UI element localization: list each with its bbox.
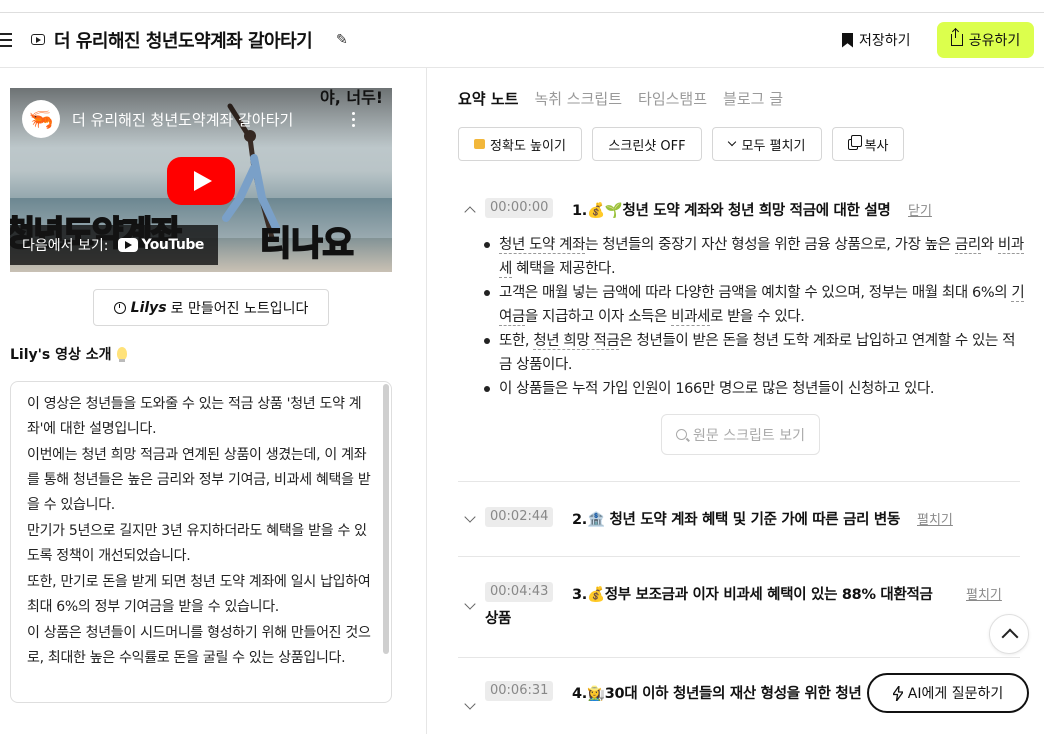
improve-accuracy-button[interactable]: 정확도 높이기 bbox=[458, 127, 582, 161]
copy-label: 복사 bbox=[864, 138, 889, 154]
copy-button[interactable]: 복사 bbox=[832, 127, 904, 161]
bullet-text: 와 bbox=[980, 237, 998, 253]
section-1-timestamp[interactable]: 00:00:00 bbox=[485, 198, 554, 218]
list-item: 청년 도약 계좌는 청년들의 중장기 자산 형성을 위한 금융 상품으로, 가장… bbox=[480, 233, 1025, 281]
intro-paragraph: 이 상품은 청년들이 시드머니를 형성하기 위해 만들어진 것으로, 최대한 높… bbox=[27, 625, 371, 666]
share-icon bbox=[950, 29, 963, 46]
clock-icon bbox=[113, 301, 126, 314]
intro-text-box[interactable]: 이 영상은 청년들을 도와줄 수 있는 적금 상품 '청년 도약 계좌'에 대한… bbox=[10, 381, 392, 703]
section-divider bbox=[458, 481, 1020, 482]
view-source-label: 원문 스크립트 보기 bbox=[693, 427, 805, 444]
thumbnail-corner-text: 야, 너두! bbox=[320, 88, 384, 107]
expand-section-4-icon[interactable] bbox=[464, 698, 476, 710]
youtube-icon bbox=[31, 34, 45, 45]
share-label: 공유하기 bbox=[968, 33, 1021, 49]
page-title: 더 유리해진 청년도약계좌 갈아타기 bbox=[54, 31, 313, 52]
bullet-text: 로 받을 수 있다. bbox=[709, 309, 805, 325]
intro-heading-text: Lily's 영상 소개 bbox=[10, 347, 112, 363]
keyword-link[interactable]: 금리 bbox=[954, 237, 981, 254]
lilys-logo: Lilys bbox=[130, 299, 167, 316]
keyword-link[interactable]: 비과세 bbox=[671, 309, 710, 326]
intro-paragraph: 만기가 5년으로 길지만 3년 유지하더라도 혜택을 받을 수 있도록 정책이 … bbox=[27, 523, 367, 564]
menu-icon[interactable] bbox=[0, 33, 14, 47]
bullet-text: 을 지급하고 이자 소득은 bbox=[524, 309, 672, 325]
view-source-script-button[interactable]: 원문 스크립트 보기 bbox=[661, 414, 820, 455]
ask-ai-button[interactable]: AI에게 질문하기 bbox=[867, 673, 1029, 713]
list-item: 이 상품들은 누적 가입 인원이 166만 명으로 많은 청년들이 신청하고 있… bbox=[480, 377, 1025, 401]
improve-accuracy-label: 정확도 높이기 bbox=[490, 138, 566, 154]
save-button[interactable]: 저장하기 bbox=[842, 27, 911, 53]
channel-avatar-shrimp-icon[interactable]: 🦐 bbox=[22, 100, 60, 138]
intro-paragraph: 이번에는 청년 희망 적금과 연계된 상품이 생겼는데, 이 계좌를 통해 청년… bbox=[27, 447, 371, 513]
keyword-link[interactable]: 청년 희망 적금 bbox=[533, 333, 620, 350]
lightbulb-icon bbox=[116, 347, 127, 362]
thumbs-up-icon bbox=[474, 139, 486, 149]
expand-all-label: 모두 펼치기 bbox=[741, 138, 806, 154]
lightning-icon bbox=[892, 685, 903, 701]
section-1-close-link[interactable]: 닫기 bbox=[908, 200, 932, 219]
scroll-to-top-button[interactable] bbox=[989, 614, 1029, 654]
section-2-expand-link[interactable]: 펼치기 bbox=[917, 509, 953, 528]
watch-on-youtube[interactable]: 다음에서 보기: YouTube bbox=[10, 225, 218, 265]
save-label: 저장하기 bbox=[859, 33, 911, 49]
thumbnail-text-right: 티나요 bbox=[259, 223, 355, 265]
lilys-badge[interactable]: Lilys 로 만들어진 노트입니다 bbox=[93, 289, 329, 326]
section-3-title-continued: 상품 bbox=[485, 611, 512, 627]
section-3-title: 3.💰정부 보조금과 이자 비과세 혜택이 있는 88% 대환적금 bbox=[572, 587, 933, 603]
list-item: 또한, 청년 희망 적금은 청년들이 받은 돈을 청년 도학 계좌로 납입하고 … bbox=[480, 329, 1025, 377]
intro-heading: Lily's 영상 소개 bbox=[10, 344, 127, 364]
note-tabs: 요약 노트 녹취 스크립트 타임스탬프 블로그 글 bbox=[458, 88, 799, 109]
tab-summary-note[interactable]: 요약 노트 bbox=[458, 88, 518, 109]
bullet-text: 고객은 매월 넣는 금액에 따라 다양한 금액을 예치할 수 있으며, 정부는 … bbox=[499, 285, 1012, 301]
section-4-title: 4.👩‍🌾30대 이하 청년들의 재산 형성을 위한 청년 bbox=[572, 686, 862, 702]
youtube-logo-text: YouTube bbox=[141, 237, 204, 253]
list-item: 고객은 매월 넣는 금액에 따라 다양한 금액을 예치할 수 있으며, 정부는 … bbox=[480, 281, 1025, 329]
tab-transcript[interactable]: 녹취 스크립트 bbox=[534, 88, 622, 109]
collapse-section-1-icon[interactable] bbox=[464, 206, 476, 218]
watch-on-label: 다음에서 보기: bbox=[22, 238, 109, 254]
tab-timestamps[interactable]: 타임스탬프 bbox=[638, 88, 707, 109]
video-title[interactable]: 더 유리해진 청년도약계좌 갈아타기 bbox=[72, 109, 293, 130]
expand-section-3-icon[interactable] bbox=[464, 598, 476, 610]
search-icon bbox=[676, 429, 688, 440]
intro-paragraph: 이 영상은 청년들을 도와줄 수 있는 적금 상품 '청년 도약 계좌'에 대한… bbox=[27, 396, 362, 437]
panel-divider bbox=[426, 68, 427, 734]
copy-icon bbox=[847, 134, 862, 150]
more-options-icon[interactable] bbox=[352, 112, 356, 128]
note-toolbar: 정확도 높이기 스크린샷 OFF 모두 펼치기 복사 bbox=[458, 127, 914, 161]
section-divider bbox=[458, 657, 1020, 658]
bullet-text: 는 청년들의 중장기 자산 형성을 위한 금융 상품으로, 가장 높은 bbox=[585, 237, 955, 253]
screenshot-toggle-label: 스크린샷 OFF bbox=[608, 138, 686, 154]
bullet-text: 혜택을 제공한다. bbox=[511, 261, 616, 277]
play-button[interactable] bbox=[167, 157, 235, 205]
section-4-timestamp[interactable]: 00:06:31 bbox=[485, 681, 554, 701]
expand-section-2-icon[interactable] bbox=[464, 511, 476, 523]
section-3-expand-link[interactable]: 펼치기 bbox=[966, 584, 1002, 603]
app-header: 더 유리해진 청년도약계좌 갈아타기 ✎ 저장하기 공유하기 bbox=[0, 13, 1044, 68]
edit-title-icon[interactable]: ✎ bbox=[336, 32, 348, 48]
keyword-link[interactable]: 청년 도약 계좌 bbox=[499, 237, 585, 254]
youtube-logo: YouTube bbox=[118, 237, 204, 253]
expand-all-button[interactable]: 모두 펼치기 bbox=[712, 127, 822, 161]
section-2-title: 2.🏦 청년 도약 계좌 혜택 및 기준 가에 따른 금리 변동 bbox=[572, 512, 900, 528]
bullet-text: 또한, bbox=[499, 333, 534, 349]
section-1-bullets: 청년 도약 계좌는 청년들의 중장기 자산 형성을 위한 금융 상품으로, 가장… bbox=[480, 233, 1025, 401]
share-button[interactable]: 공유하기 bbox=[937, 22, 1034, 58]
tab-blog-post[interactable]: 블로그 글 bbox=[723, 88, 783, 109]
section-divider bbox=[458, 556, 1020, 557]
section-3-timestamp[interactable]: 00:04:43 bbox=[485, 582, 554, 602]
screenshot-toggle-button[interactable]: 스크린샷 OFF bbox=[592, 127, 702, 161]
ask-ai-label: AI에게 질문하기 bbox=[907, 686, 1004, 702]
chevron-down-icon bbox=[727, 137, 736, 147]
lilys-badge-text: 로 만들어진 노트입니다 bbox=[170, 300, 309, 317]
section-1-title: 1.💰🌱청년 도약 계좌와 청년 희망 적금에 대한 설명 bbox=[572, 203, 891, 219]
bookmark-icon bbox=[842, 32, 853, 48]
video-player[interactable]: 야, 너두! 청년도약계좌 티나요 🦐 더 유리해진 청년도약계좌 갈아타기 다… bbox=[10, 88, 392, 272]
intro-scrollbar[interactable] bbox=[383, 384, 389, 654]
youtube-play-icon bbox=[118, 238, 139, 252]
intro-paragraph: 또한, 만기로 돈을 받게 되면 청년 도약 계좌에 일시 납입하여 최대 6%… bbox=[27, 574, 371, 615]
section-2-timestamp[interactable]: 00:02:44 bbox=[485, 507, 554, 527]
